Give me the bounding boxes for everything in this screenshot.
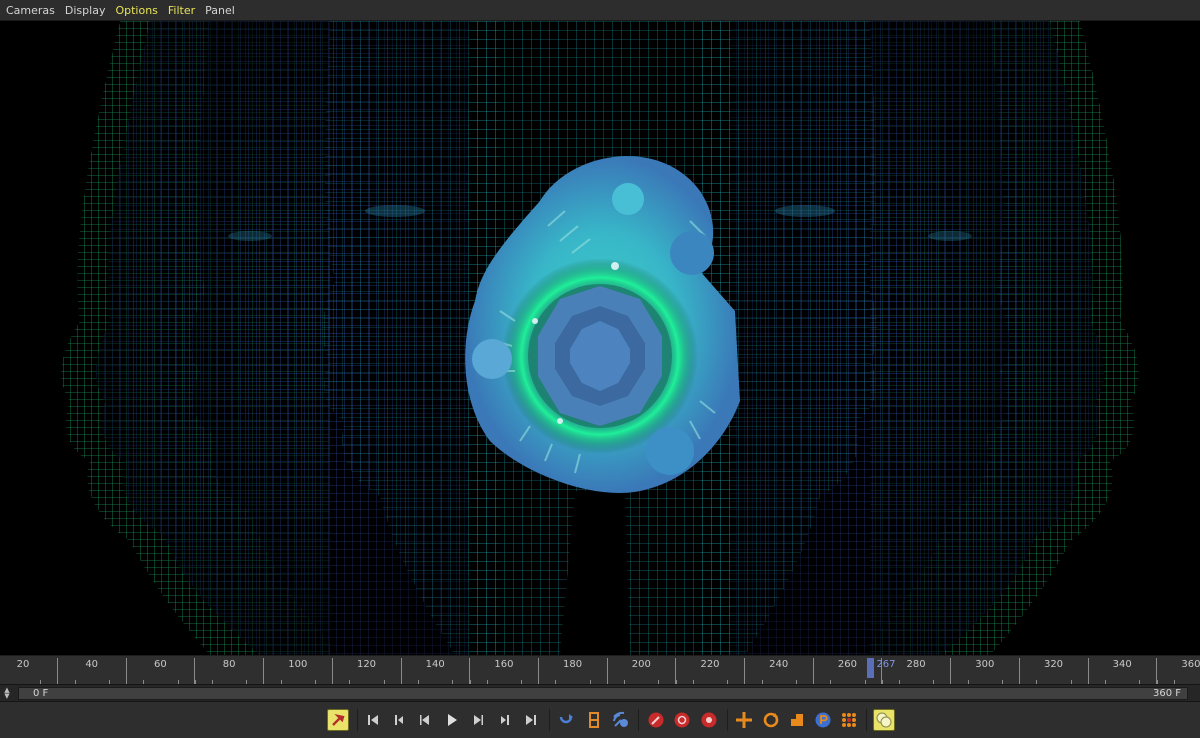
menu-bar: Cameras Display Options Filter Panel — [0, 0, 1200, 21]
ruler-tick-label: 300 — [975, 659, 995, 670]
ruler-tick-label: 200 — [631, 659, 651, 670]
range-track[interactable]: 0 F 360 F — [18, 687, 1188, 700]
next-key-icon[interactable] — [494, 709, 516, 731]
goto-start-icon[interactable] — [362, 709, 384, 731]
playhead[interactable] — [867, 658, 875, 678]
ruler-tick-label: 360 — [1181, 659, 1200, 670]
film-icon[interactable] — [583, 709, 605, 731]
rotate-key-icon[interactable] — [760, 709, 782, 731]
prev-key-icon[interactable] — [388, 709, 410, 731]
motion-icon[interactable] — [873, 709, 895, 731]
autokey-icon[interactable] — [671, 709, 693, 731]
ruler-tick-label: 240 — [769, 659, 789, 670]
menu-panel[interactable]: Panel — [205, 4, 235, 17]
frame-range-slider[interactable]: ▲ ▼ 0 F 360 F — [0, 684, 1200, 702]
timeline-ruler[interactable]: 20 40 60 80 100 120 140 160 180 200 220 240 260 280 30… — [0, 655, 1200, 684]
param-key-icon[interactable] — [812, 709, 834, 731]
3d-viewport[interactable] — [0, 21, 1200, 655]
ruler-tick-label: 320 — [1043, 659, 1064, 670]
ruler-tick-label: 180 — [563, 659, 583, 670]
menu-cameras[interactable]: Cameras — [6, 4, 55, 17]
pointer-icon[interactable] — [327, 709, 349, 731]
viewport-render — [61, 21, 1139, 655]
ruler-tick-label: 80 — [222, 659, 236, 670]
ruler-tick-label: 280 — [906, 659, 926, 670]
ruler-tick-label: 20 — [16, 659, 30, 670]
ruler-tick-label: 260 — [837, 659, 857, 670]
ruler-tick-label: 120 — [356, 659, 377, 670]
transport-bar — [0, 702, 1200, 738]
antenna-icon[interactable] — [610, 709, 632, 731]
menu-display[interactable]: Display — [65, 4, 106, 17]
move-key-icon[interactable] — [733, 709, 755, 731]
gear-key-icon[interactable] — [698, 709, 720, 731]
goto-end-icon[interactable] — [520, 709, 542, 731]
range-stepper[interactable]: ▲ ▼ — [2, 687, 12, 700]
ruler-tick-label: 340 — [1112, 659, 1132, 670]
ruler-tick-label: 60 — [154, 659, 167, 670]
ruler-tick-label: 220 — [700, 659, 720, 670]
current-frame-label: 267 — [876, 659, 896, 670]
point-level-icon[interactable] — [838, 709, 860, 731]
record-key-icon[interactable] — [645, 709, 667, 731]
loop-icon[interactable] — [555, 709, 577, 731]
menu-filter[interactable]: Filter — [168, 4, 195, 17]
step-forward-icon[interactable] — [467, 709, 489, 731]
range-end-label: 360 F — [1152, 688, 1181, 699]
ruler-tick-label: 160 — [494, 659, 514, 670]
scale-key-icon[interactable] — [786, 709, 808, 731]
menu-options[interactable]: Options — [115, 4, 157, 17]
play-icon[interactable] — [441, 709, 463, 731]
ruler-tick-label: 140 — [425, 659, 445, 670]
step-back-icon[interactable] — [414, 709, 436, 731]
ruler-tick-label: 100 — [288, 659, 308, 670]
range-start-label: 0 F — [33, 688, 49, 699]
ruler-tick-label: 40 — [85, 659, 99, 670]
